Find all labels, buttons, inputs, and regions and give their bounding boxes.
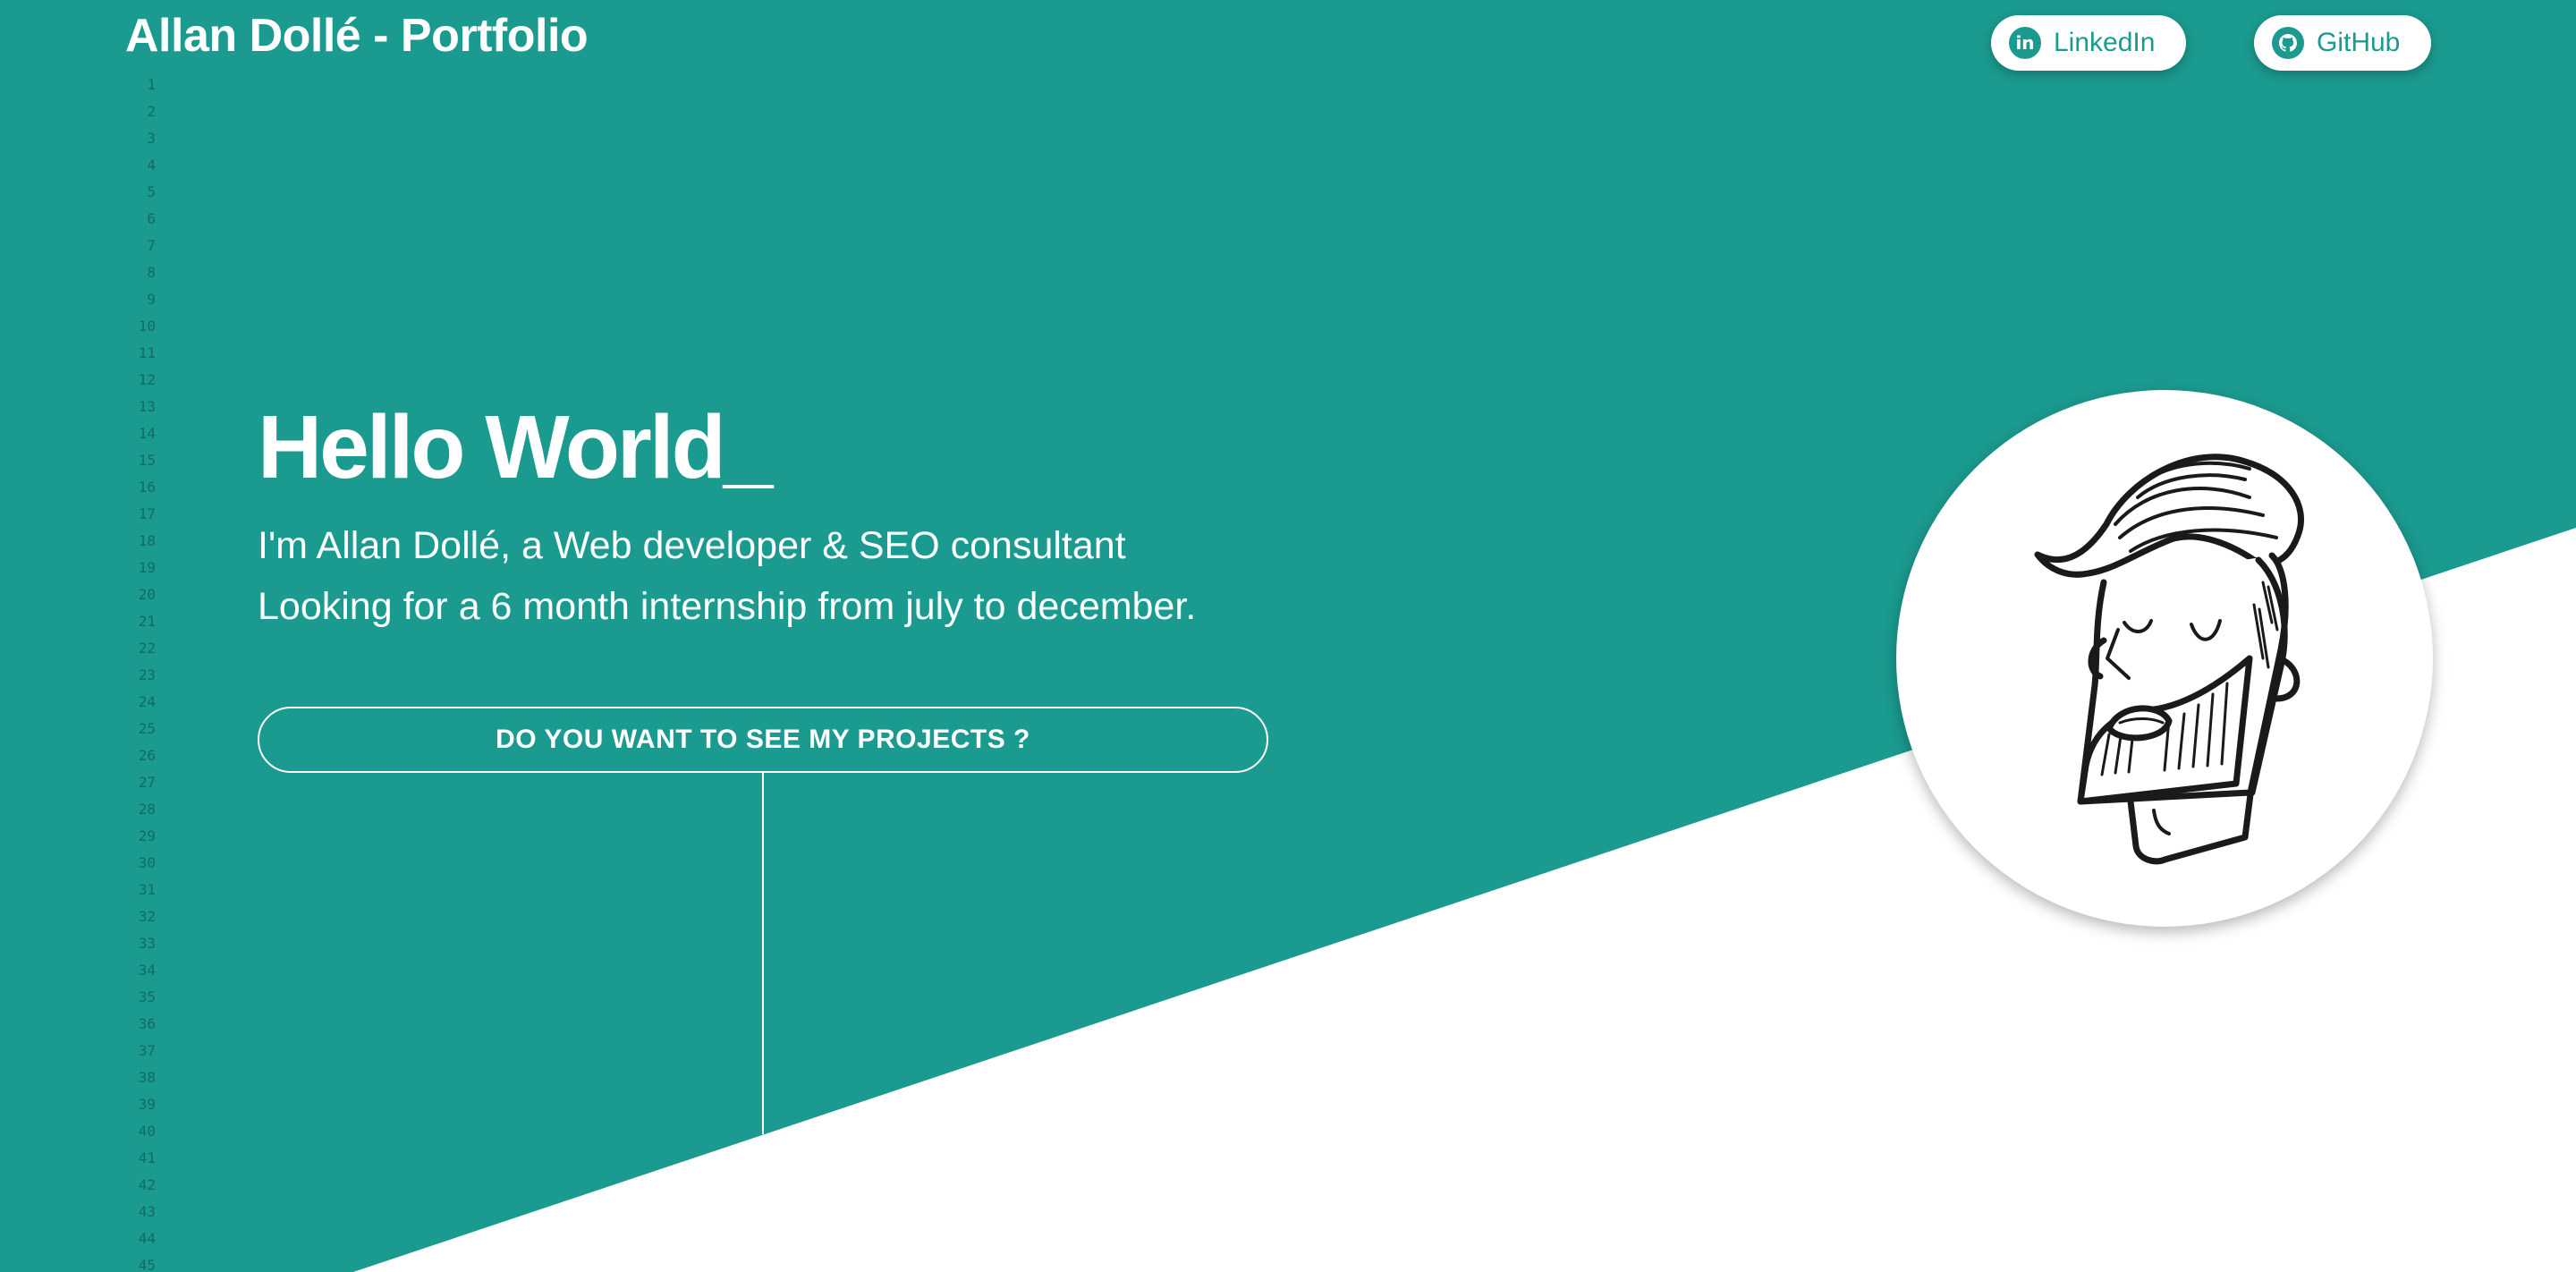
github-label: GitHub [2317, 28, 2401, 57]
line-number: 26 [138, 747, 156, 764]
page: Allan Dollé - Portfolio 1 2 3 4 5 6 7 8 9 10 11 12 1… [0, 0, 2576, 1272]
line-number: 17 [138, 505, 156, 522]
line-number: 37 [138, 1042, 156, 1059]
line-number: 39 [138, 1096, 156, 1113]
line-number: 12 [138, 371, 156, 388]
line-number: 24 [138, 693, 156, 710]
line-number: 27 [138, 774, 156, 791]
linkedin-button[interactable]: in LinkedIn [1991, 15, 2186, 71]
hero-intro-line1: I'm Allan Dollé, a Web developer & SEO c… [258, 524, 1126, 567]
line-number: 42 [138, 1176, 156, 1193]
line-number: 40 [138, 1123, 156, 1140]
hero-heading: Hello World_ [258, 397, 773, 497]
hero-intro: I'm Allan Dollé, a Web developer & SEO c… [258, 515, 1196, 637]
hero-intro-line2: Looking for a 6 month internship from ju… [258, 585, 1197, 628]
line-number: 35 [138, 988, 156, 1005]
line-number: 19 [138, 559, 156, 576]
line-number: 14 [138, 425, 156, 442]
line-number: 15 [138, 452, 156, 469]
line-number: 16 [138, 479, 156, 496]
line-number: 3 [147, 130, 156, 147]
line-number: 7 [147, 237, 156, 254]
line-number: 34 [138, 962, 156, 979]
line-number: 45 [138, 1257, 156, 1272]
line-number: 22 [138, 640, 156, 657]
linkedin-icon: in [2009, 27, 2041, 59]
line-number: 5 [147, 183, 156, 200]
github-icon [2272, 27, 2304, 59]
line-number: 31 [138, 881, 156, 898]
line-number: 13 [138, 398, 156, 415]
see-projects-button[interactable]: DO YOU WANT TO SEE MY PROJECTS ? [258, 707, 1268, 773]
line-number: 10 [138, 318, 156, 335]
github-button[interactable]: GitHub [2254, 15, 2431, 71]
hero-section: Hello World_ I'm Allan Dollé, a Web deve… [258, 394, 1196, 637]
line-number: 33 [138, 935, 156, 952]
linkedin-label: LinkedIn [2054, 28, 2156, 57]
line-number: 21 [138, 613, 156, 630]
line-number: 36 [138, 1015, 156, 1032]
site-title[interactable]: Allan Dollé - Portfolio [125, 9, 589, 63]
line-number: 25 [138, 720, 156, 737]
line-number: 38 [138, 1069, 156, 1086]
line-number: 20 [138, 586, 156, 603]
line-number: 8 [147, 264, 156, 281]
line-number: 41 [138, 1149, 156, 1166]
cta-connector-line [762, 773, 764, 1134]
avatar [1896, 390, 2433, 927]
line-number: 43 [138, 1203, 156, 1220]
line-number: 11 [138, 344, 156, 361]
line-number: 6 [147, 210, 156, 227]
line-number: 32 [138, 908, 156, 925]
line-number: 23 [138, 666, 156, 683]
line-number: 18 [138, 532, 156, 549]
line-number: 28 [138, 801, 156, 818]
line-number: 30 [138, 854, 156, 871]
line-number: 4 [147, 157, 156, 174]
line-number: 9 [147, 291, 156, 308]
line-number: 29 [138, 827, 156, 844]
line-number: 1 [147, 76, 156, 93]
line-number: 2 [147, 103, 156, 120]
bearded-man-illustration [2034, 454, 2304, 865]
line-numbers-gutter: 1 2 3 4 5 6 7 8 9 10 11 12 13 14 15 16 17 18 19 20 21 22 23 24 2… [107, 72, 156, 1272]
line-number: 44 [138, 1230, 156, 1247]
